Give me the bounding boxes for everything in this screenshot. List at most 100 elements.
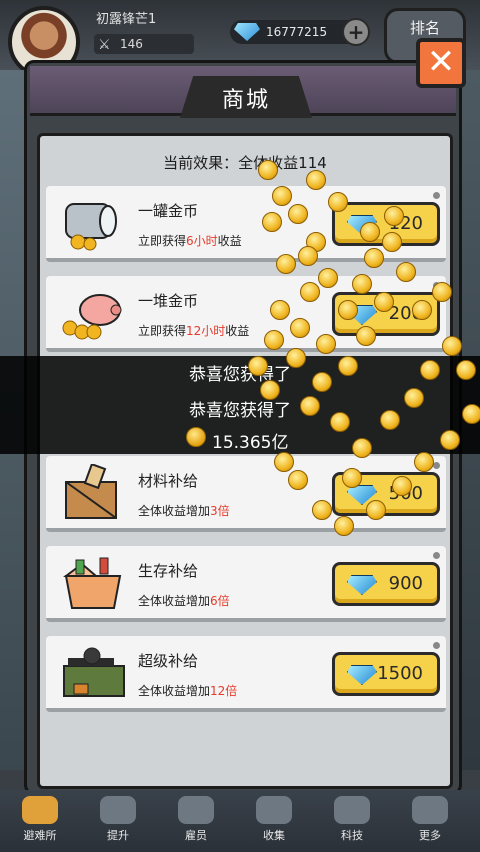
price-value: 900 <box>388 573 423 594</box>
gold-coin-icon <box>366 500 386 520</box>
gold-coin-icon <box>414 452 434 472</box>
gold-coin-icon <box>352 438 372 458</box>
info-dot-icon <box>433 192 440 199</box>
gold-coin-icon <box>248 356 268 376</box>
diamond-icon <box>347 575 377 595</box>
modal-header: 商城 <box>30 66 456 118</box>
item-title: 生存补给 <box>138 562 199 580</box>
price-value: 1500 <box>377 663 423 684</box>
buy-button[interactable]: 900 <box>332 562 440 606</box>
item-description: 全体收益增加12倍 <box>138 682 237 699</box>
supply-crate-icon <box>65 464 117 519</box>
close-button[interactable]: ✕ <box>416 38 466 88</box>
coin-jar-icon <box>65 203 117 251</box>
bottom-nav: 避难所 提升 雇员 收集 科技 更多 <box>0 790 480 852</box>
shop-item-material-supply: 材料补给 全体收益增加3倍 500 <box>46 456 446 532</box>
nav-label: 科技 <box>341 829 363 842</box>
gold-coin-icon <box>318 268 338 288</box>
shop-item-survival-supply: 生存补给 全体收益增加6倍 900 <box>46 546 446 622</box>
info-dot-icon <box>433 462 440 469</box>
diamond-icon <box>234 23 260 41</box>
desc-highlight: 6倍 <box>210 594 230 608</box>
gold-coin-icon <box>338 356 358 376</box>
gold-coin-icon <box>382 232 402 252</box>
item-description: 立即获得6小时收益 <box>138 232 242 249</box>
gold-coin-icon <box>374 292 394 312</box>
gold-coin-icon <box>334 516 354 536</box>
item-title: 一堆金币 <box>138 292 199 310</box>
nav-label: 收集 <box>263 829 285 842</box>
shop-title: 商城 <box>221 88 270 113</box>
reward-amount-value: 15.365亿 <box>212 433 289 453</box>
gold-coin-icon <box>364 248 384 268</box>
desc-highlight: 12小时 <box>186 324 226 338</box>
tech-icon <box>334 796 370 824</box>
desc-suffix: 收益 <box>225 324 250 338</box>
desc-prefix: 立即获得 <box>138 234 187 248</box>
gold-coin-icon <box>360 222 380 242</box>
gold-coin-icon <box>274 452 294 472</box>
nav-label: 提升 <box>107 829 129 842</box>
reward-amount: 15.365亿 <box>186 427 289 453</box>
reward-message: 恭喜您获得了 <box>189 365 291 385</box>
gold-coin-icon <box>440 430 460 450</box>
info-dot-icon <box>433 552 440 559</box>
employee-icon <box>178 796 214 824</box>
nav-item-collection[interactable]: 收集 <box>238 792 310 850</box>
survival-box-icon <box>63 557 122 609</box>
power-value: 146 <box>120 37 143 51</box>
buy-button[interactable]: 1500 <box>332 652 440 696</box>
gold-coin-icon <box>270 300 290 320</box>
gold-coin-icon <box>300 396 320 416</box>
gold-coin-icon <box>420 360 440 380</box>
gold-coin-icon <box>276 254 296 274</box>
nav-item-more[interactable]: 更多 <box>394 792 466 850</box>
nav-label: 雇员 <box>185 829 207 842</box>
item-title: 超级补给 <box>138 652 199 670</box>
gold-coin-icon <box>260 380 280 400</box>
gold-coin-icon <box>456 360 476 380</box>
gold-coin-icon <box>258 160 278 180</box>
gold-coin-icon <box>288 204 308 224</box>
gold-coin-icon <box>352 274 372 294</box>
diamond-icon <box>347 665 377 685</box>
add-gems-button[interactable]: + <box>342 18 370 46</box>
gold-coin-icon <box>262 212 282 232</box>
crossed-swords-icon: ⚔ <box>98 37 111 53</box>
power-display: ⚔ 146 <box>94 34 194 54</box>
item-description: 全体收益增加6倍 <box>138 592 230 609</box>
item-description: 全体收益增加3倍 <box>138 502 230 519</box>
desc-highlight: 12倍 <box>210 684 238 698</box>
gold-coin-icon <box>396 262 416 282</box>
gold-coin-icon <box>338 300 358 320</box>
desc-highlight: 6小时 <box>186 234 218 248</box>
gold-coin-icon <box>306 170 326 190</box>
hammer-icon <box>100 796 136 824</box>
gold-coin-icon <box>316 334 336 354</box>
desc-prefix: 全体收益增加 <box>138 594 211 608</box>
gold-coin-icon <box>288 470 308 490</box>
gold-coin-icon <box>384 206 404 226</box>
item-title: 一罐金币 <box>138 202 199 220</box>
player-name: 初露锋芒1 <box>96 12 157 27</box>
nav-item-employees[interactable]: 雇员 <box>160 792 232 850</box>
nav-item-shelter[interactable]: 避难所 <box>4 792 76 850</box>
gold-coin-icon <box>342 468 362 488</box>
piggy-bank-icon <box>62 294 122 340</box>
weapon-case-icon <box>63 647 125 697</box>
info-dot-icon <box>433 642 440 649</box>
gold-coin-icon <box>264 330 284 350</box>
shop-item-super-supply: 超级补给 全体收益增加12倍 1500 <box>46 636 446 712</box>
gold-coin-icon <box>404 388 424 408</box>
item-title: 材料补给 <box>138 472 199 490</box>
gold-coin-icon <box>432 282 452 302</box>
nav-item-upgrade[interactable]: 提升 <box>82 792 154 850</box>
gold-coin-icon <box>412 300 432 320</box>
gold-coin-icon <box>328 192 348 212</box>
gold-coin-icon <box>380 410 400 430</box>
nav-item-tech[interactable]: 科技 <box>316 792 388 850</box>
gold-coin-icon <box>462 404 480 424</box>
gold-coin-icon <box>286 348 306 368</box>
gold-coin-icon <box>186 427 206 447</box>
desc-prefix: 全体收益增加 <box>138 504 211 518</box>
